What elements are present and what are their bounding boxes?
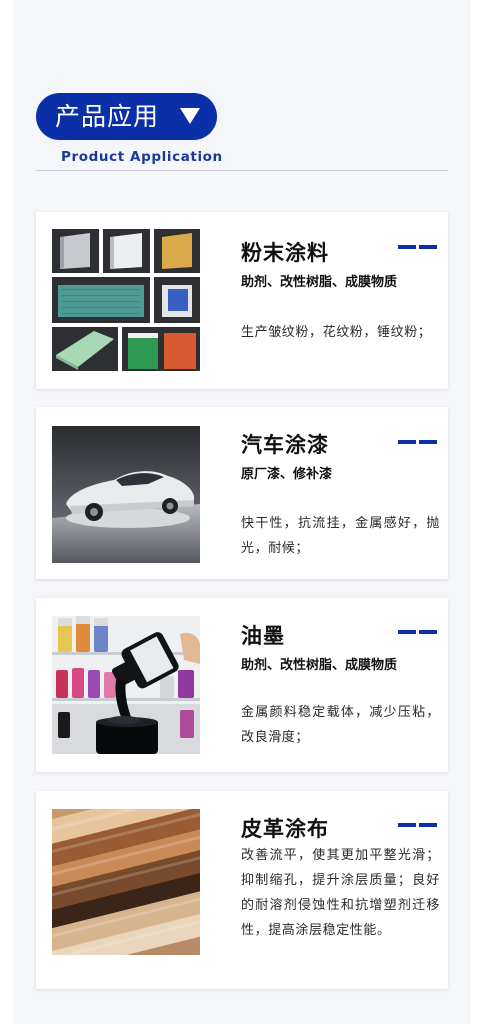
page: 产品应用 Product Application 粉末涂料 助剂、改性树脂、成膜… — [0, 0, 483, 1024]
card-description: 金属颜料稳定载体，减少压粘，改良滑度； — [241, 705, 440, 745]
section-title: 产品应用 — [55, 102, 160, 131]
ink-pouring-image — [52, 616, 200, 754]
card-description: 快干性，抗流挂，金属感好，抛光，耐候； — [241, 516, 440, 556]
card-title: 粉末涂料 — [241, 241, 329, 265]
card-title: 汽车涂漆 — [241, 433, 329, 457]
card-subtitle: 助剂、改性树脂、成膜物质 — [241, 658, 398, 673]
card-description: 生产皱纹粉，花纹粉，锤纹粉； — [241, 325, 432, 340]
leather-rolls-image — [52, 809, 200, 955]
title-dash-icon — [398, 630, 437, 634]
section-heading-pill[interactable]: 产品应用 — [36, 93, 217, 140]
card-subtitle: 助剂、改性树脂、成膜物质 — [241, 275, 398, 290]
card-title: 油墨 — [241, 624, 285, 648]
title-dash-icon — [398, 245, 437, 249]
powder-coating-panels-image — [52, 229, 200, 371]
product-card-automotive-paint[interactable]: 汽车涂漆 原厂漆、修补漆 快干性，抗流挂，金属感好，抛光，耐候； — [36, 407, 448, 579]
product-card-ink[interactable]: 油墨 助剂、改性树脂、成膜物质 金属颜料稳定载体，减少压粘，改良滑度； — [36, 598, 448, 772]
header-divider — [36, 170, 448, 171]
product-card-powder-coating[interactable]: 粉末涂料 助剂、改性树脂、成膜物质 生产皱纹粉，花纹粉，锤纹粉； — [36, 212, 448, 389]
section-subtitle: Product Application — [61, 149, 223, 165]
card-description: 改善流平，使其更加平整光滑；抑制缩孔，提升涂层质量；良好的耐溶剂侵蚀性和抗增塑剂… — [241, 848, 440, 938]
white-sports-car-image — [52, 426, 200, 563]
title-dash-icon — [398, 823, 437, 827]
card-title: 皮革涂布 — [241, 817, 329, 841]
card-subtitle: 原厂漆、修补漆 — [241, 467, 333, 482]
title-dash-icon — [398, 440, 437, 444]
product-card-leather-coating[interactable]: 皮革涂布 改善流平，使其更加平整光滑；抑制缩孔，提升涂层质量；良好的耐溶剂侵蚀性… — [36, 791, 448, 989]
caret-down-icon — [180, 108, 200, 124]
